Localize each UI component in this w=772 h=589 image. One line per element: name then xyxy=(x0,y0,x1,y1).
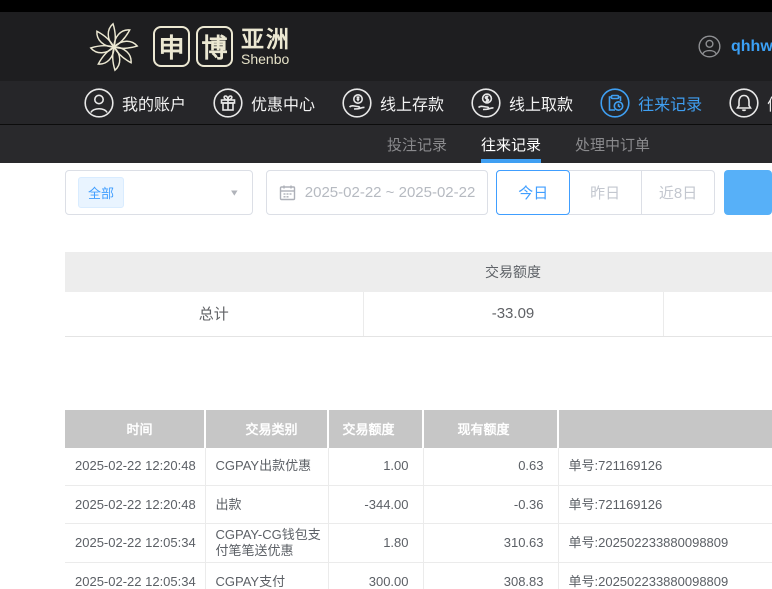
cell-balance: 0.63 xyxy=(422,447,558,486)
nav-item-messages[interactable]: 信息 xyxy=(729,87,772,118)
search-button[interactable] xyxy=(724,170,772,215)
col-summary: 摘要 xyxy=(558,409,772,448)
gift-icon xyxy=(213,87,243,118)
nav-label: 信息 xyxy=(767,91,772,115)
nav-label: 线上存款 xyxy=(380,96,445,114)
summary-empty-cell xyxy=(662,292,772,337)
nav-label: 线上取款 xyxy=(509,96,574,114)
last8days-button[interactable]: 近8日 xyxy=(642,171,714,214)
tab-transaction-records[interactable]: 往来记录 xyxy=(481,125,542,163)
today-button[interactable]: 今日 xyxy=(496,170,571,215)
table-row: 2025-02-22 12:05:34 CGPAY支付 300.00 308.8… xyxy=(65,562,772,589)
cell-time: 2025-02-22 12:05:34 xyxy=(65,562,205,589)
cell-type: 出款 xyxy=(204,485,328,524)
cell-summary: 单号:721169126 xyxy=(557,447,772,486)
withdraw-icon xyxy=(471,87,501,118)
cell-balance: 310.63 xyxy=(422,523,558,563)
page: 申 博 亚洲 Shenbo qhhw 我的账户 优惠中心 线上存款 线上取款 往… xyxy=(0,0,772,589)
logo-char-box-2: 博 xyxy=(196,26,233,67)
table-row: 2025-02-22 12:20:48 出款 -344.00 -0.36 单号:… xyxy=(65,485,772,524)
cell-balance: 308.83 xyxy=(422,562,558,589)
nav-item-my-account[interactable]: 我的账户 xyxy=(84,87,187,118)
records-table: 时间 交易类别 交易额度 现有额度 摘要 2025-02-22 12:20:48… xyxy=(65,409,772,589)
cell-type: CGPAY支付 xyxy=(204,562,328,589)
cell-amount: 1.80 xyxy=(327,523,423,563)
main-nav: 我的账户 优惠中心 线上存款 线上取款 往来记录 xyxy=(0,81,772,124)
date-range-picker[interactable]: 2025-02-22 ~ 2025-02-22 xyxy=(265,170,489,215)
cell-time: 2025-02-22 12:20:48 xyxy=(65,485,205,524)
nav-label: 优惠中心 xyxy=(251,96,316,114)
chevron-down-icon: ▼ xyxy=(228,187,240,198)
deposit-icon xyxy=(342,87,372,118)
type-select[interactable]: 全部 ▼ xyxy=(65,170,253,215)
col-amount: 交易额度 xyxy=(328,409,424,448)
col-balance: 现有额度 xyxy=(423,409,559,448)
user-account[interactable]: qhhw xyxy=(698,12,772,81)
cell-type: CGPAY出款优惠 xyxy=(204,447,328,486)
site-header: 申 博 亚洲 Shenbo qhhw xyxy=(0,12,772,81)
tab-betting-records[interactable]: 投注记录 xyxy=(387,125,447,163)
col-time: 时间 xyxy=(65,409,206,448)
summary-header-empty xyxy=(65,252,363,292)
summary-header-row: 交易额度 xyxy=(65,252,772,292)
username[interactable]: qhhw xyxy=(731,38,772,56)
user-icon xyxy=(84,87,114,118)
cell-amount: -344.00 xyxy=(327,485,423,524)
table-row: 2025-02-22 12:05:34 CGPAY-CG钱包支付笔笔送优惠 1.… xyxy=(65,523,772,563)
summary-total-row: 总计 -33.09 xyxy=(65,292,772,337)
bell-icon xyxy=(729,87,759,118)
summary-table: 交易额度 总计 -33.09 xyxy=(65,252,772,337)
logo-region-text: 亚洲 xyxy=(241,25,291,52)
summary-header-empty-2 xyxy=(663,252,772,292)
nav-label: 往来记录 xyxy=(638,96,703,114)
content-area: 全部 ▼ 2025-02-22 ~ 2025-02-22 今日 昨日 近8日 交… xyxy=(0,170,772,589)
subnav: 投注记录 往来记录 处理中订单 xyxy=(0,124,772,163)
logo-char-box-1: 申 xyxy=(153,26,190,67)
date-range-value: 2025-02-22 ~ 2025-02-22 xyxy=(304,184,476,201)
nav-item-deposit[interactable]: 线上存款 xyxy=(342,87,445,118)
logo-subtitle: Shenbo xyxy=(241,50,290,67)
cell-type: CGPAY-CG钱包支付笔笔送优惠 xyxy=(204,523,328,563)
avatar-icon xyxy=(698,35,721,58)
cell-summary: 单号:721169126 xyxy=(557,485,772,524)
nav-label: 我的账户 xyxy=(122,96,187,114)
cell-amount: 1.00 xyxy=(327,447,423,486)
quick-date-button-group: 今日 昨日 近8日 xyxy=(496,170,715,215)
cell-time: 2025-02-22 12:05:34 xyxy=(65,523,205,563)
calendar-icon xyxy=(279,185,295,201)
col-type: 交易类别 xyxy=(205,409,329,448)
table-row: 2025-02-22 12:20:48 CGPAY出款优惠 1.00 0.63 … xyxy=(65,447,772,486)
summary-total-amount: -33.09 xyxy=(362,292,663,337)
records-icon xyxy=(600,87,630,118)
brand-logo[interactable]: 申 博 亚洲 Shenbo xyxy=(85,18,291,76)
summary-header-amount: 交易额度 xyxy=(363,252,663,292)
records-header-row: 时间 交易类别 交易额度 现有额度 摘要 xyxy=(65,409,772,448)
lotus-flower-icon xyxy=(89,22,139,71)
nav-item-withdraw[interactable]: 线上取款 xyxy=(471,87,574,118)
cell-amount: 300.00 xyxy=(327,562,423,589)
cell-time: 2025-02-22 12:20:48 xyxy=(65,447,205,486)
cell-summary: 单号:202502233880098809 xyxy=(557,523,772,563)
cell-summary: 单号:202502233880098809 xyxy=(557,562,772,589)
yesterday-button[interactable]: 昨日 xyxy=(569,171,643,214)
tab-processing-orders[interactable]: 处理中订单 xyxy=(575,125,650,163)
top-black-strip xyxy=(0,0,772,12)
filter-row: 全部 ▼ 2025-02-22 ~ 2025-02-22 今日 昨日 近8日 xyxy=(65,170,772,215)
nav-item-transactions[interactable]: 往来记录 xyxy=(600,87,703,118)
cell-balance: -0.36 xyxy=(422,485,558,524)
selected-type-tag[interactable]: 全部 xyxy=(78,177,125,208)
nav-item-promotions[interactable]: 优惠中心 xyxy=(213,87,316,118)
summary-total-label: 总计 xyxy=(65,292,363,337)
